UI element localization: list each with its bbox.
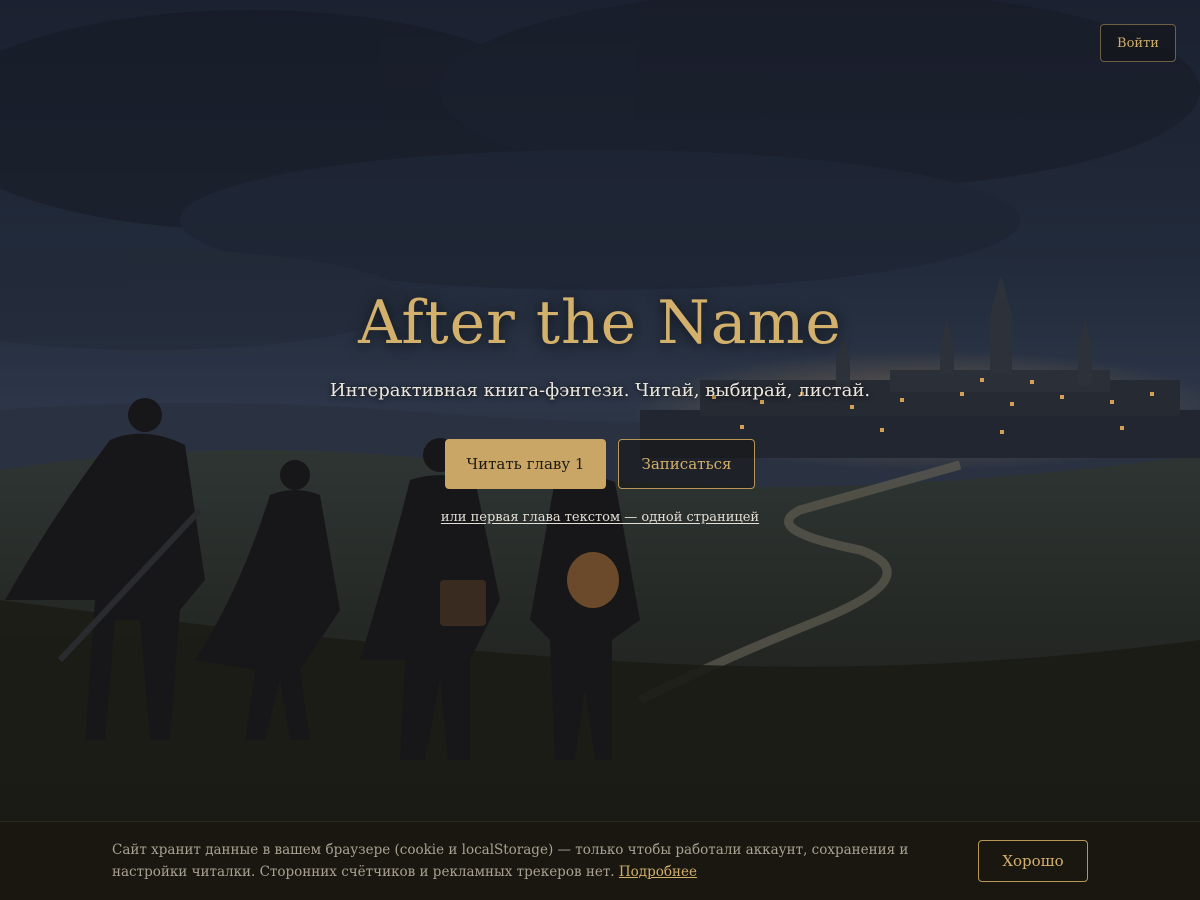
subscribe-button[interactable]: Записаться — [618, 439, 755, 489]
hero-section: After the Name Интерактивная книга-фэнте… — [0, 288, 1200, 525]
cookie-banner: Сайт хранит данные в вашем браузере (coo… — [0, 821, 1200, 900]
first-chapter-text-link[interactable]: или первая глава текстом — одной страниц… — [441, 510, 759, 525]
page-title: After the Name — [358, 288, 842, 358]
cookie-more-link[interactable]: Подробнее — [619, 864, 697, 880]
read-chapter-button[interactable]: Читать главу 1 — [445, 439, 606, 489]
hero-subtitle: Интерактивная книга-фэнтези. Читай, выби… — [329, 380, 871, 401]
cookie-text-block: Сайт хранит данные в вашем браузере (coo… — [112, 839, 942, 883]
cookie-accept-button[interactable]: Хорошо — [978, 840, 1088, 882]
cookie-message: Сайт хранит данные в вашем браузере (coo… — [112, 842, 909, 880]
hero-actions: Читать главу 1 Записаться — [0, 439, 1200, 489]
login-button[interactable]: Войти — [1100, 24, 1176, 62]
